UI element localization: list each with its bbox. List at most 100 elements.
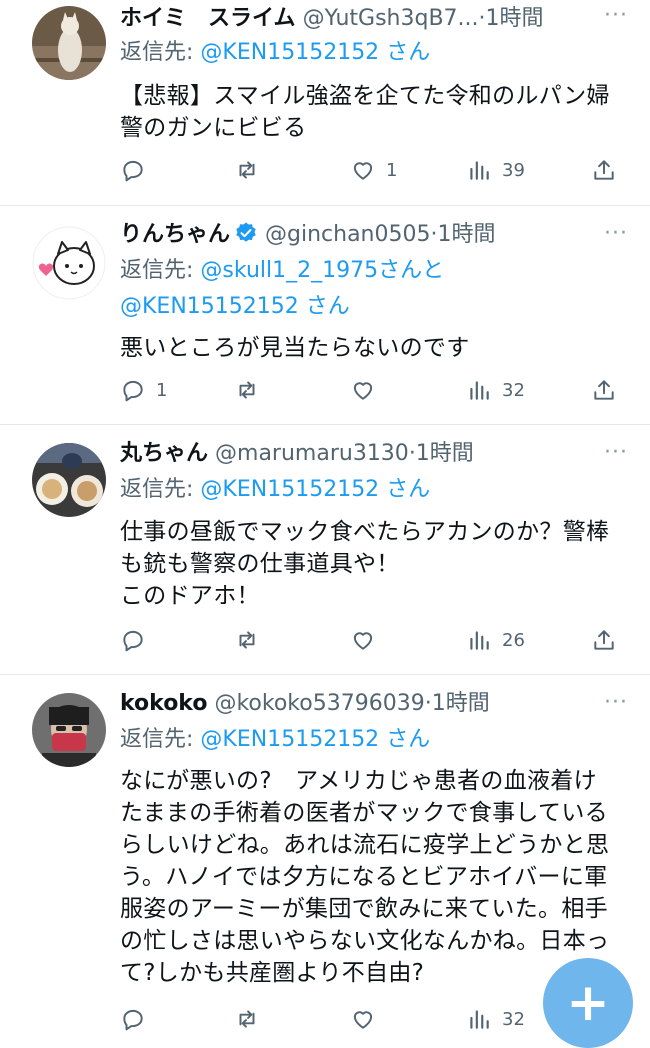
reply-prefix: 返信先: [120,477,194,502]
mention-link[interactable]: @KEN15152152 [200,477,379,502]
views-button[interactable]: 26 [466,623,525,657]
avatar[interactable] [32,693,106,767]
share-button[interactable] [591,373,617,407]
more-icon[interactable]: ··· [604,442,628,464]
mention-link[interactable]: @skull1_2_1975 [200,258,378,283]
retweet-icon [239,1010,255,1028]
user-handle[interactable]: @kokoko53796039 [214,691,424,716]
reply-to: 返信先: @KEN15152152 さん [120,723,430,757]
share-button[interactable] [591,623,617,657]
share-icon [594,630,614,650]
tweet-text: 【悲報】スマイル強盗を企てた令和のルパン婦 警のガンにビビる [120,83,610,141]
display-name[interactable]: ホイミ スライム [120,6,296,31]
share-button[interactable] [591,153,617,187]
mention-suffix: さんと [378,258,445,283]
retweet-button[interactable] [234,153,270,187]
user-handle[interactable]: @ginchan0505 [265,222,430,247]
reply-prefix: 返信先: [120,727,194,752]
verified-icon [236,222,256,242]
share-icon [594,160,614,180]
retweet-icon [239,161,255,179]
like-icon [353,162,373,180]
tweet-text: なにが悪いの? アメリカじゃ患者の血液着け たままの手術着の医者がマックで食事し… [120,768,610,986]
tweet-header: ホイミ スライム @YutGsh3qB7...·1時間 [120,2,630,36]
reply-to-line2: @KEN15152152 さん [120,290,350,324]
reply-to: 返信先: @skull1_2_1975さんと [120,254,444,288]
mention-suffix: さん [386,40,431,65]
like-button[interactable] [350,1002,386,1036]
tweet[interactable]: ホイミ スライム @YutGsh3qB7...·1時間 ··· 返信先: @KE… [0,0,650,206]
like-button[interactable] [350,373,386,407]
compose-icon: + [566,973,610,1033]
compose-button[interactable]: + [543,958,633,1048]
more-icon[interactable]: ··· [604,5,628,27]
like-icon [353,1011,373,1029]
reply-icon [123,380,143,402]
reply-to: 返信先: @KEN15152152 さん [120,36,430,70]
view-count: 26 [502,629,525,651]
tweet[interactable]: kokoko @kokoko53796039·1時間 ··· 返信先: @KEN… [0,675,650,1031]
mention-suffix: さん [386,727,431,752]
retweet-icon [239,381,255,399]
reply-icon [123,630,143,652]
views-icon [470,631,489,650]
reply-button[interactable] [120,1002,156,1036]
user-handle[interactable]: @YutGsh3qB7... [303,6,479,31]
views-icon [470,161,489,180]
mention-suffix: さん [386,477,431,502]
reply-to: 返信先: @KEN15152152 さん [120,473,430,507]
tweet-header: kokoko @kokoko53796039·1時間 [120,687,630,721]
like-icon [353,382,373,400]
display-name[interactable]: kokoko [120,691,207,716]
view-count: 39 [502,159,525,181]
tweet[interactable]: 丸ちゃん @marumaru3130·1時間 ··· 返信先: @KEN1515… [0,425,650,675]
mention-link[interactable]: @KEN15152152 [200,727,379,752]
reply-button[interactable] [120,153,156,187]
like-icon [353,632,373,650]
mention-suffix: さん [305,294,350,319]
display-name[interactable]: りんちゃん [120,222,230,247]
mention-link[interactable]: @KEN15152152 [200,40,379,65]
reply-prefix: 返信先: [120,258,194,283]
avatar[interactable] [32,6,106,80]
reply-icon [123,160,143,182]
views-icon [470,381,489,400]
tweet[interactable]: りんちゃん @ginchan0505·1時間 ··· 返信先: @skull1_… [0,206,650,425]
reply-button[interactable]: 1 [120,373,167,407]
like-button[interactable] [350,623,386,657]
views-button[interactable]: 39 [466,153,525,187]
tweet-actions: 1 32 [0,373,650,407]
user-handle[interactable]: @marumaru3130 [215,441,409,466]
tweet-text: 悪いところが見当たらないのです [120,335,470,361]
tweet-text: 仕事の昼飯でマック食べたらアカンのか？警棒 も銃も警察の仕事道具や！ このドアホ… [120,519,610,609]
tweet-actions: 26 [0,623,650,657]
view-count: 32 [502,379,525,401]
like-button[interactable]: 1 [350,153,397,187]
avatar[interactable] [32,443,106,517]
share-icon [594,380,614,400]
avatar[interactable] [32,226,106,300]
view-count: 32 [502,1008,525,1030]
reply-button[interactable] [120,623,156,657]
retweet-button[interactable] [234,1002,270,1036]
display-name[interactable]: 丸ちゃん [120,441,208,466]
retweet-button[interactable] [234,623,270,657]
retweet-icon [239,631,255,649]
timestamp[interactable]: ·1時間 [425,691,490,716]
reply-prefix: 返信先: [120,40,194,65]
reply-count: 1 [156,379,168,401]
views-icon [470,1010,489,1029]
views-button[interactable]: 32 [466,373,525,407]
retweet-button[interactable] [234,373,270,407]
tweet-actions: 1 39 [0,153,650,187]
tweet-header: 丸ちゃん @marumaru3130·1時間 [120,437,630,471]
reply-icon [123,1009,143,1031]
more-icon[interactable]: ··· [604,692,628,714]
timestamp[interactable]: ·1時間 [409,441,474,466]
timestamp[interactable]: ·1時間 [431,222,496,247]
views-button[interactable]: 32 [466,1002,525,1036]
mention-link[interactable]: @KEN15152152 [120,294,299,319]
more-icon[interactable]: ··· [604,223,628,245]
timestamp[interactable]: ·1時間 [479,6,544,31]
like-count: 1 [386,159,398,181]
